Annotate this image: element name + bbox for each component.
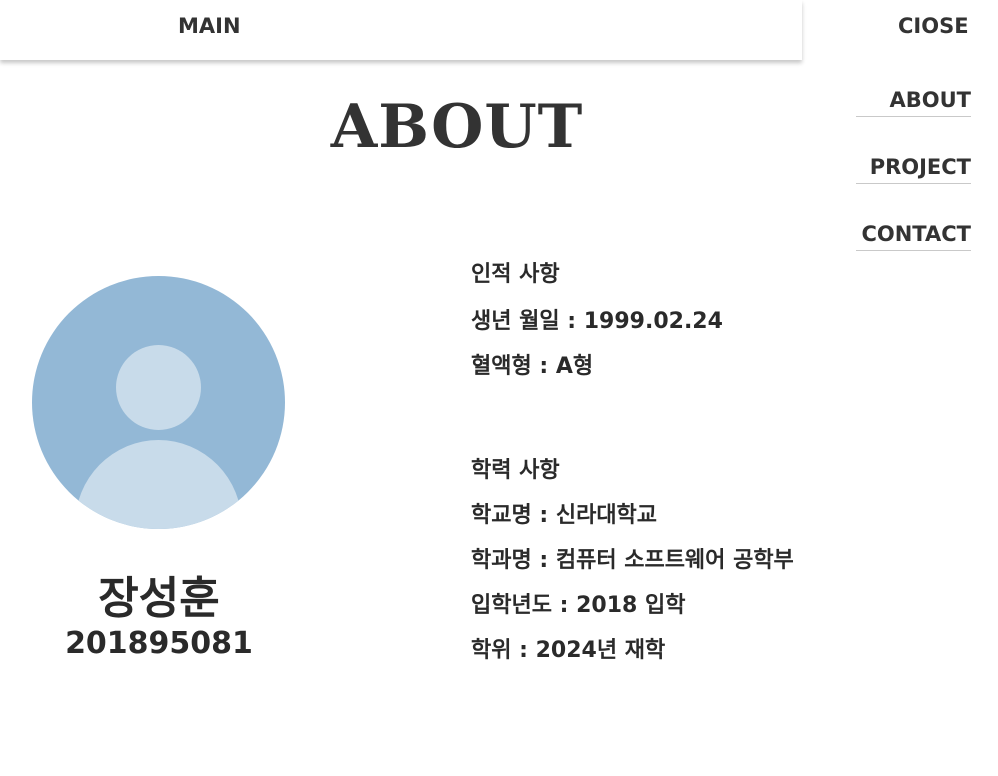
admission-year: 입학년도 : 2018 입학 [471, 593, 686, 618]
student-id: 201895081 [65, 626, 253, 661]
nav-item-contact[interactable]: CONTACT [856, 220, 971, 251]
user-avatar-icon [32, 276, 285, 529]
blood-type: 혈액형 : A형 [471, 354, 594, 379]
personal-heading: 인적 사항 [471, 262, 560, 287]
page-title: ABOUT [330, 92, 584, 162]
main-link[interactable]: MAIN [178, 14, 241, 38]
close-menu-button[interactable]: CIOSE [898, 14, 969, 38]
avatar-shoulders [75, 440, 242, 529]
avatar-head [116, 345, 201, 430]
birth-date: 생년 월일 : 1999.02.24 [471, 309, 723, 334]
profile-name: 장성훈 [98, 573, 220, 624]
degree-status: 학위 : 2024년 재학 [471, 638, 666, 663]
education-heading: 학력 사항 [471, 458, 560, 483]
top-bar: MAIN [0, 0, 802, 60]
school-name: 학교명 : 신라대학교 [471, 503, 658, 528]
department-name: 학과명 : 컴퓨터 소프트웨어 공학부 [471, 548, 794, 573]
